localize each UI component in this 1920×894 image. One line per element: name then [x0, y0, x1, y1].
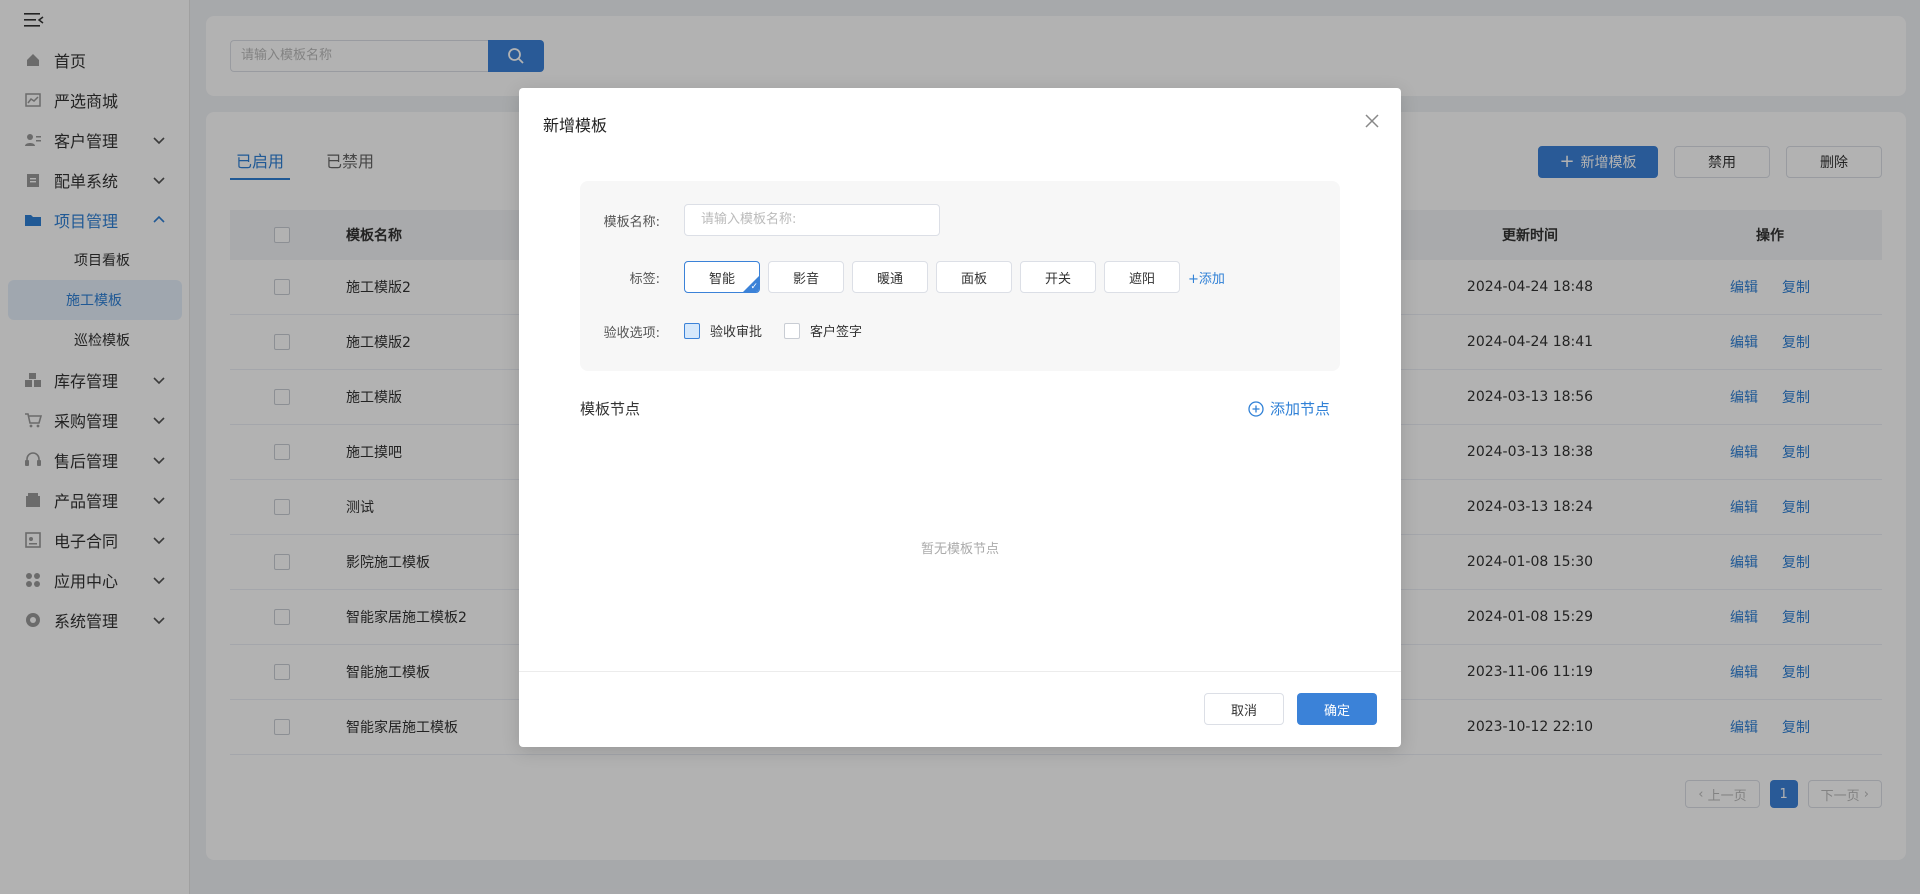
add-tag-link[interactable]: +添加: [1188, 268, 1225, 287]
name-label: 模板名称:: [603, 215, 660, 230]
new-template-dialog: 新增模板 模板名称: 请输入模板名称: 标签: 智能 ✓ 影音 暖通 面板 开关 遮阳 +添加…: [519, 88, 1401, 747]
template-name-input[interactable]: 请输入模板名称:: [684, 204, 940, 236]
plus-circle-icon: [1248, 400, 1264, 417]
tag-option[interactable]: 暖通: [852, 261, 928, 293]
tag-label: 开关: [1044, 271, 1071, 287]
tag-option[interactable]: 遮阳: [1104, 261, 1180, 293]
template-form: 模板名称: 请输入模板名称: 标签: 智能 ✓ 影音 暖通 面板 开关 遮阳 +添加 验收选项…: [580, 181, 1340, 371]
acceptance-checkbox[interactable]: 验收审批: [684, 321, 762, 340]
template-nodes-title: 模板节点: [580, 400, 641, 418]
checkbox-box[interactable]: [784, 322, 801, 339]
check-icon: ✓: [750, 282, 758, 292]
tag-label: 面板: [960, 271, 987, 287]
checkbox-box[interactable]: [684, 322, 700, 339]
tags-label: 标签:: [629, 272, 660, 287]
app-root: 首页 严选商城 客户管理 配单系统 项目管理 项目看板 施工模板 巡检模板 库存…: [0, 0, 1920, 894]
cancel-button[interactable]: 取消: [1204, 693, 1284, 725]
add-node-button[interactable]: 添加节点: [1248, 398, 1330, 419]
confirm-button[interactable]: 确定: [1297, 693, 1377, 725]
add-node-label: 添加节点: [1269, 400, 1330, 418]
acceptance-options: 验收审批 客户签字: [684, 321, 862, 340]
tag-list: 智能 ✓ 影音 暖通 面板 开关 遮阳 +添加: [684, 261, 1225, 293]
empty-nodes-text: 暂无模板节点: [920, 542, 999, 557]
checkbox-label: 客户签字: [810, 325, 863, 340]
acceptance-label: 验收选项:: [603, 326, 660, 341]
dialog-title: 新增模板: [543, 116, 608, 135]
tag-label: 影音: [792, 271, 819, 287]
acceptance-checkbox[interactable]: 客户签字: [784, 321, 862, 340]
dialog-footer: 取消 确定: [519, 671, 1401, 747]
tag-label: 暖通: [876, 271, 903, 287]
checkbox-label: 验收审批: [710, 325, 763, 340]
tag-option[interactable]: 开关: [1020, 261, 1096, 293]
tag-option[interactable]: 面板: [936, 261, 1012, 293]
tag-option[interactable]: 智能 ✓: [684, 261, 760, 293]
tag-label: 智能: [708, 271, 735, 287]
tag-option[interactable]: 影音: [768, 261, 844, 293]
tag-label: 遮阳: [1128, 271, 1155, 287]
close-icon[interactable]: [1363, 112, 1381, 130]
